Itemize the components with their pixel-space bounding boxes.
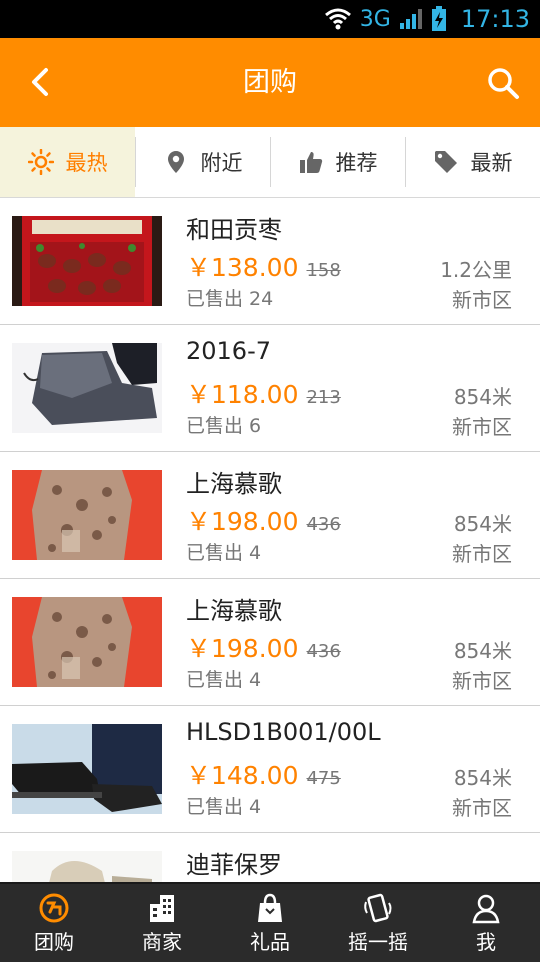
current-price: ￥148.00: [186, 761, 299, 790]
district: 新市区: [452, 542, 512, 566]
product-image: [12, 724, 162, 814]
filter-tabs: 最热 附近 推荐 最新: [0, 127, 540, 198]
original-price: 213: [306, 387, 341, 408]
nav-gifts[interactable]: 礼品: [216, 884, 324, 962]
sun-icon: [27, 149, 54, 175]
deal-price: ￥148.00 475: [186, 756, 341, 792]
deal-name: 上海慕歌: [186, 597, 282, 625]
original-price: 436: [306, 514, 341, 535]
tuangou-icon: [39, 893, 69, 922]
status-time: 17:13: [460, 5, 530, 33]
deal-name: 和田贡枣: [186, 216, 282, 244]
tab-label: 最热: [65, 151, 108, 175]
signal-icon: [399, 9, 422, 29]
district: 新市区: [452, 288, 512, 312]
list-item[interactable]: 上海慕歌 ￥198.00 436 已售出 4 854米 新市区: [0, 579, 540, 706]
nav-label: 我: [476, 929, 496, 954]
product-image: [12, 343, 162, 433]
deal-list: 和田贡枣 ￥138.00 158 已售出 24 1.2公里 新市区 2016-7 …: [0, 198, 540, 941]
list-item[interactable]: 上海慕歌 ￥198.00 436 已售出 4 854米 新市区: [0, 452, 540, 579]
deal-price: ￥118.00 213: [186, 375, 341, 411]
location-pin-icon: [167, 151, 184, 173]
page-title: 团购: [243, 67, 297, 98]
tag-icon: [434, 151, 457, 173]
list-item[interactable]: 2016-7 ￥118.00 213 已售出 6 854米 新市区: [0, 325, 540, 452]
nav-label: 礼品: [250, 929, 290, 954]
deal-name: HLSD1B001/00L: [186, 718, 381, 746]
original-price: 158: [306, 260, 341, 281]
battery-icon: [431, 6, 446, 31]
nav-shake[interactable]: 摇一摇: [324, 884, 432, 962]
current-price: ￥198.00: [186, 634, 299, 663]
product-image: [12, 216, 162, 306]
gift-bag-icon: [258, 893, 282, 922]
list-item[interactable]: HLSD1B001/00L ￥148.00 475 已售出 4 854米 新市区: [0, 706, 540, 833]
district: 新市区: [452, 415, 512, 439]
nav-merchants[interactable]: 商家: [108, 884, 216, 962]
deal-name: 上海慕歌: [186, 470, 282, 498]
current-price: ￥138.00: [186, 253, 299, 282]
nav-label: 摇一摇: [348, 929, 408, 954]
user-icon: [472, 894, 500, 923]
tab-newest[interactable]: 最新: [405, 127, 540, 197]
search-icon[interactable]: [486, 66, 520, 100]
deal-price: ￥198.00 436: [186, 502, 341, 538]
deal-price: ￥138.00 158: [186, 248, 341, 284]
deal-name: 2016-7: [186, 337, 272, 365]
sold-count: 已售出 4: [186, 669, 262, 691]
current-price: ￥118.00: [186, 380, 299, 409]
shake-phone-icon: [364, 893, 392, 922]
deal-price: ￥198.00 436: [186, 629, 341, 665]
product-image: [12, 470, 162, 560]
current-price: ￥198.00: [186, 507, 299, 536]
distance: 854米: [453, 766, 512, 790]
original-price: 436: [306, 641, 341, 662]
sold-count: 已售出 24: [186, 288, 274, 310]
deal-name: 迪菲保罗: [186, 851, 282, 879]
bottom-navigation: 团购 商家 礼品 摇一摇 我: [0, 882, 540, 962]
header-bar: 团购: [0, 38, 540, 127]
nav-label: 团购: [34, 929, 74, 954]
district: 新市区: [452, 796, 512, 820]
tab-nearby[interactable]: 附近: [135, 127, 270, 197]
nav-me[interactable]: 我: [432, 884, 540, 962]
tab-hottest[interactable]: 最热: [0, 127, 135, 197]
distance: 854米: [453, 385, 512, 409]
list-item[interactable]: 和田贡枣 ￥138.00 158 已售出 24 1.2公里 新市区: [0, 198, 540, 325]
sold-count: 已售出 4: [186, 542, 262, 564]
distance: 1.2公里: [440, 258, 512, 282]
thumbs-up-icon: [299, 152, 322, 173]
building-icon: [150, 894, 174, 922]
tab-label: 附近: [200, 151, 243, 175]
tab-label: 推荐: [335, 151, 378, 175]
district: 新市区: [452, 669, 512, 693]
distance: 854米: [453, 639, 512, 663]
nav-tuangou[interactable]: 团购: [0, 884, 108, 962]
tab-recommended[interactable]: 推荐: [270, 127, 405, 197]
distance: 854米: [453, 512, 512, 536]
network-type: 3G: [359, 6, 391, 32]
sold-count: 已售出 6: [186, 415, 262, 437]
product-image: [12, 597, 162, 687]
nav-label: 商家: [142, 929, 182, 954]
sold-count: 已售出 4: [186, 796, 262, 818]
wifi-icon: [324, 8, 351, 30]
status-bar: 3G 17:13: [0, 0, 540, 38]
original-price: 475: [306, 768, 341, 789]
tab-label: 最新: [470, 151, 513, 175]
